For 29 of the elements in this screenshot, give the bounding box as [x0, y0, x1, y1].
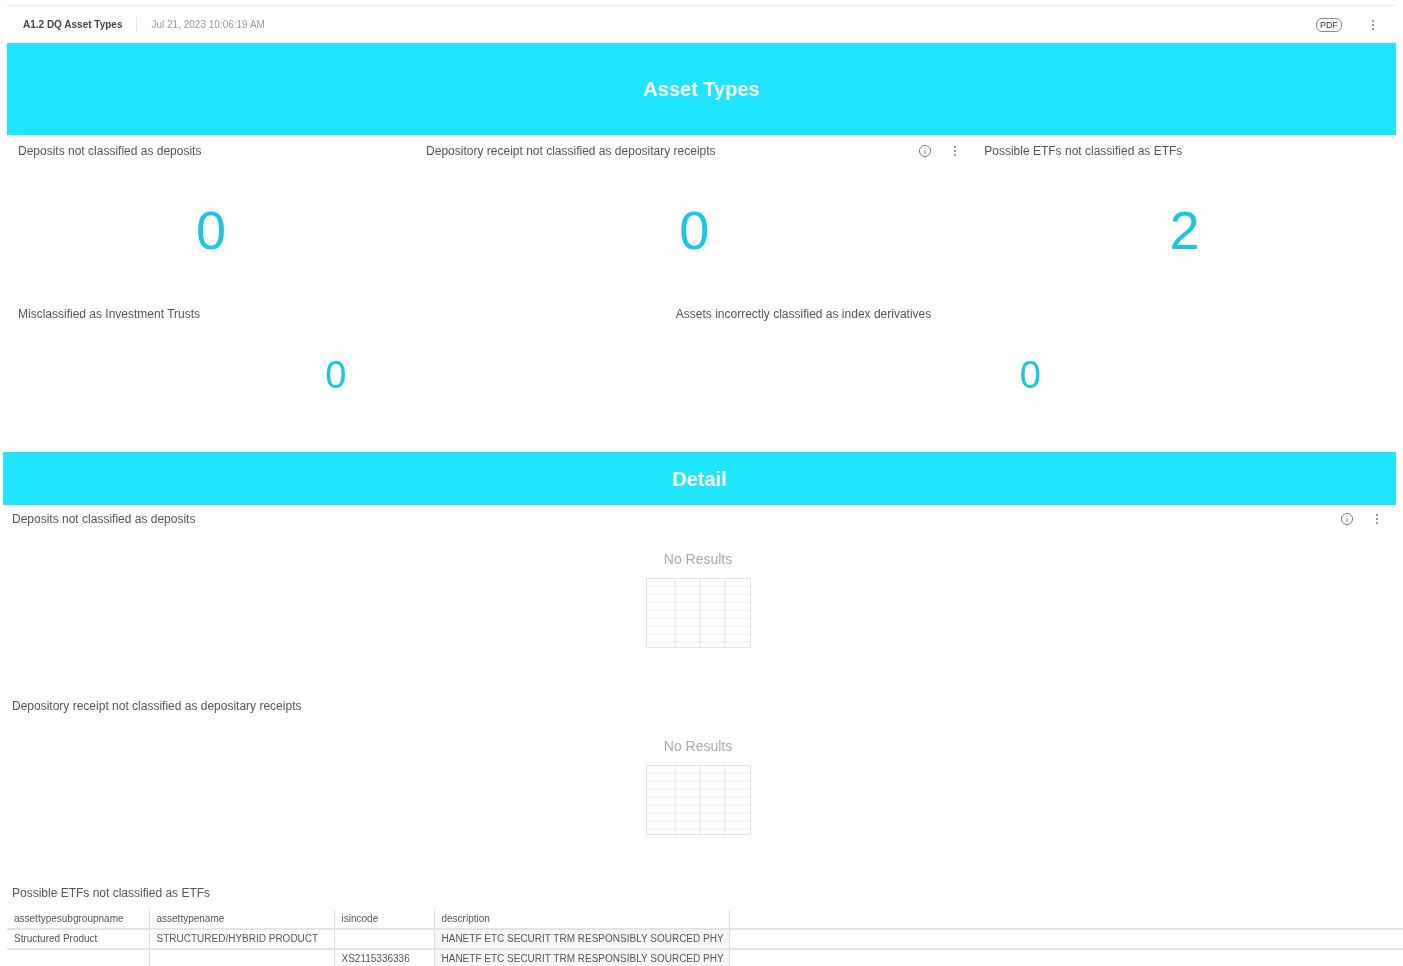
info-icon[interactable] [1340, 512, 1354, 526]
report-title: A1.2 DQ Asset Types [7, 17, 138, 32]
tile-title: Possible ETFs not classified as ETFs [984, 143, 1183, 160]
metric-value: 0 [678, 203, 711, 257]
metric-value: 0 [195, 203, 228, 257]
table-cell: STRUCTURED/HYBRID PRODUCT [149, 929, 334, 949]
metric-value: 0 [1018, 356, 1042, 394]
info-icon[interactable] [918, 144, 933, 158]
tile-title: Depository receipt not classified as depositary receipts [426, 143, 716, 160]
section-banner: Asset Types [7, 43, 1396, 135]
table-cell: Structured Product [7, 929, 149, 949]
column-header: assettypename [149, 910, 334, 929]
tile-title: Assets incorrectly classified as index derivatives [675, 306, 932, 323]
pdf-button[interactable]: PDF [1316, 17, 1342, 32]
empty-table-icon [645, 765, 751, 835]
tile-title: Deposits not classified as deposits [18, 143, 202, 160]
column-header: isincode [334, 910, 434, 929]
empty-table-icon [645, 578, 751, 648]
column-header: assettypesubgroupname [7, 910, 149, 929]
timestamp: Jul 21, 2023 10:06:19 AM [150, 18, 265, 32]
metric-value: 0 [324, 356, 348, 394]
section-title: Depository receipt not classified as depositary receipts [12, 699, 302, 713]
tile-title: Misclassified as Investment Trusts [18, 306, 201, 323]
section-banner: Detail [3, 452, 1396, 505]
section-title: Possible ETFs not classified as ETFs [12, 886, 211, 900]
section-title: Deposits not classified as deposits [12, 512, 196, 526]
empty-message: No Results [663, 737, 733, 756]
empty-message: No Results [663, 550, 733, 569]
metric-value: 2 [1168, 203, 1201, 257]
